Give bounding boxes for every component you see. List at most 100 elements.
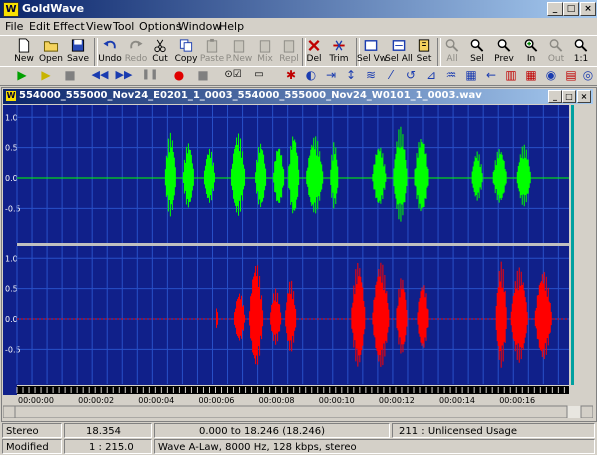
menu-window[interactable]: Window (178, 20, 221, 33)
y-tick-label: 0.0 (5, 315, 18, 324)
new-file-icon (18, 38, 30, 53)
effect-5-icon[interactable]: ≋ (361, 67, 381, 83)
redo-button[interactable]: Redo (123, 37, 149, 67)
paste-button[interactable]: Paste (199, 37, 225, 67)
trim-button[interactable]: Trim (326, 37, 352, 67)
effect-6-icon[interactable]: ⁄ (381, 67, 401, 83)
rewind-icon[interactable]: ◀◀ (90, 67, 110, 83)
effect-4-icon[interactable]: ↕ (341, 67, 361, 83)
loop-icon[interactable]: ▭ (249, 67, 269, 83)
zoom-out-icon (549, 39, 563, 52)
cut-button[interactable]: Cut (148, 37, 172, 67)
effect-16-icon[interactable]: ◎ (578, 67, 597, 83)
save-icon (71, 39, 85, 52)
end-marker (571, 105, 574, 385)
paste-new-button[interactable]: P.New (225, 37, 253, 67)
replace-button[interactable]: Repl (277, 37, 301, 67)
y-tick-label: -0.5 (5, 345, 21, 354)
play-selection-icon[interactable]: ▶ (36, 67, 56, 83)
effect-10-icon[interactable]: ▦ (461, 67, 481, 83)
cut-icon (154, 39, 166, 53)
menu-effect[interactable]: Effect (53, 20, 85, 33)
select-all-button[interactable]: Sel All (385, 37, 413, 67)
waveform-area[interactable]: 1.0 0.5 0.0 -0.5 1.0 0.5 0.0 -0.5 00:00:00 00:00:… (2, 105, 594, 421)
scroll-left-icon[interactable] (2, 405, 16, 419)
delete-icon (308, 39, 320, 52)
close-icon[interactable]: × (580, 2, 596, 16)
delete-button[interactable]: Del (303, 37, 325, 67)
play-icon[interactable]: ▶ (12, 67, 32, 83)
menu-edit[interactable]: Edit (29, 20, 50, 33)
effect-7-icon[interactable]: ↺ (401, 67, 421, 83)
y-tick-label: 0.5 (5, 144, 18, 153)
menu-options[interactable]: Options (139, 20, 181, 33)
minimize-icon[interactable]: _ (547, 2, 563, 16)
menu-file[interactable]: File (5, 20, 23, 33)
paste-icon (206, 38, 218, 53)
paste-new-icon (233, 40, 245, 53)
trim-icon (333, 40, 345, 51)
sound-window-title-bar: W 554000_555000_Nov24_E0201_1_0003_55400… (3, 89, 593, 104)
doc-close-icon[interactable]: × (577, 90, 591, 103)
zoom-all-button[interactable]: All (441, 37, 463, 67)
scroll-thumb[interactable] (14, 405, 568, 419)
device-controls-icon[interactable]: ⊙☑ (221, 67, 245, 83)
x-tick-label: 00:00:02 (78, 396, 114, 405)
scroll-right-icon[interactable] (580, 405, 594, 419)
goldwave-logo-icon: W (3, 2, 19, 17)
waveform-display[interactable]: 1.0 0.5 0.0 -0.5 1.0 0.5 0.0 -0.5 00:00:00 00:00:… (2, 105, 594, 419)
pause-icon[interactable]: ❚❚ (140, 67, 160, 83)
menu-bar: File Edit Effect View Tool Options Windo… (0, 18, 597, 35)
x-tick-label: 00:00:10 (319, 396, 355, 405)
status-format: Wave A-Law, 8000 Hz, 128 kbps, stereo (154, 439, 595, 454)
status-duration: 18.354 (64, 423, 152, 438)
set-marker-icon (418, 39, 430, 52)
effect-8-icon[interactable]: ⊿ (421, 67, 441, 83)
stop-record-icon[interactable]: ■ (193, 67, 213, 83)
effect-13-icon[interactable]: ▦ (521, 67, 541, 83)
open-button[interactable]: Open (38, 37, 64, 67)
effect-3-icon[interactable]: ⇥ (321, 67, 341, 83)
fast-forward-icon[interactable]: ▶▶ (114, 67, 134, 83)
zoom-previous-button[interactable]: Prev (491, 37, 517, 67)
copy-button[interactable]: Copy (173, 37, 199, 67)
zoom-out-button[interactable]: Out (545, 37, 567, 67)
select-view-button[interactable]: Sel Vw (357, 37, 387, 67)
new-button[interactable]: New (11, 37, 37, 67)
menu-tool[interactable]: Tool (113, 20, 134, 33)
effect-2-icon[interactable]: ◐ (301, 67, 321, 83)
menu-help[interactable]: Help (219, 20, 244, 33)
maximize-icon[interactable]: □ (563, 2, 579, 16)
save-button[interactable]: Save (65, 37, 91, 67)
zoom-1to1-button[interactable]: 1:1 (570, 37, 592, 67)
app-title: GoldWave (22, 2, 85, 15)
app-title-bar: W GoldWave _ □ × (0, 0, 597, 18)
set-button[interactable]: Set (413, 37, 435, 67)
select-view-icon (364, 40, 378, 51)
effect-14-icon[interactable]: ◉ (541, 67, 561, 83)
effect-11-icon[interactable]: ← (481, 67, 501, 83)
undo-button[interactable]: Undo (97, 37, 123, 67)
mix-icon (259, 40, 271, 53)
zoom-1to1-icon (574, 39, 588, 52)
doc-minimize-icon[interactable]: _ (548, 90, 562, 103)
effect-1-icon[interactable]: ✱ (281, 67, 301, 83)
record-icon[interactable]: ● (169, 67, 189, 83)
zoom-in-button[interactable]: In (520, 37, 542, 67)
replace-icon (283, 40, 295, 53)
status-selection: 0.000 to 18.246 (18.246) (154, 423, 390, 438)
x-tick-label: 00:00:06 (198, 396, 234, 405)
doc-maximize-icon[interactable]: □ (562, 90, 576, 103)
effect-12-icon[interactable]: ▥ (501, 67, 521, 83)
zoom-in-icon (524, 39, 538, 52)
channel-divider (17, 243, 569, 246)
zoom-selection-button[interactable]: Sel (466, 37, 488, 67)
menu-view[interactable]: View (86, 20, 112, 33)
zoom-previous-icon (497, 39, 511, 52)
stop-icon[interactable]: ■ (60, 67, 80, 83)
copy-icon (179, 39, 193, 52)
mix-button[interactable]: Mix (253, 37, 277, 67)
y-tick-label: 0.5 (5, 285, 18, 294)
effect-9-icon[interactable]: ♒ (441, 67, 461, 83)
sound-file-title: 554000_555000_Nov24_E0201_1_0003_554000_… (19, 90, 482, 101)
